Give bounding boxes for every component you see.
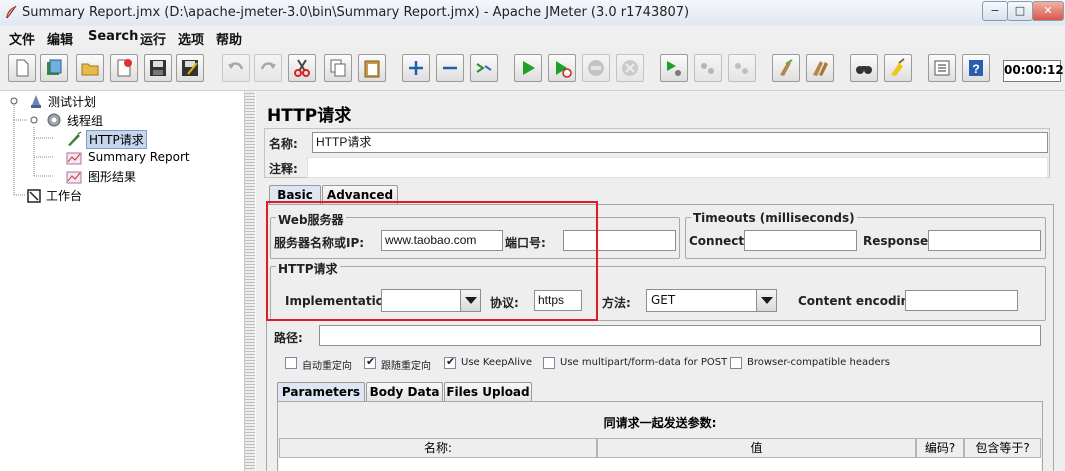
comment-input[interactable] [307, 157, 1048, 178]
content-encoding-label: Content encoding: [798, 294, 923, 308]
browser-headers-label: Browser-compatible headers [747, 357, 890, 368]
menu-search[interactable]: Search [88, 29, 138, 44]
menu-edit[interactable]: 编辑 [47, 29, 73, 48]
copy-icon[interactable] [324, 54, 352, 82]
timeouts-title: Timeouts (milliseconds) [691, 211, 857, 225]
tab-parameters[interactable]: Parameters [277, 382, 365, 402]
chevron-down-icon[interactable] [756, 290, 776, 311]
connect-timeout-input[interactable] [744, 230, 857, 251]
follow-redirects-label: 跟随重定向 [381, 361, 431, 372]
start-no-pause-icon[interactable] [548, 54, 576, 82]
method-value: GET [651, 293, 676, 307]
parameters-table-body[interactable] [279, 458, 1041, 471]
tab-files-upload[interactable]: Files Upload [444, 382, 532, 402]
save-icon[interactable] [144, 54, 172, 82]
elapsed-timer: 00:00:12 [1003, 60, 1064, 82]
panel-splitter[interactable] [245, 91, 255, 471]
response-timeout-input[interactable] [928, 230, 1041, 251]
reset-search-icon[interactable] [884, 54, 912, 82]
close-icon[interactable] [110, 54, 138, 82]
close-window-button[interactable]: ✕ [1032, 1, 1064, 21]
toggle-icon[interactable] [470, 54, 498, 82]
open-icon[interactable] [76, 54, 104, 82]
toolbar: ? 00:00:12 [0, 48, 1065, 91]
test-plan-icon [31, 95, 41, 108]
tree-item-test-plan[interactable]: 测试计划 [48, 93, 96, 110]
minimize-button[interactable]: − [982, 1, 1008, 21]
redirect-auto-checkbox[interactable] [285, 357, 297, 369]
browser-headers-checkbox[interactable] [730, 357, 742, 369]
http-sampler-icon [68, 131, 82, 146]
paste-icon[interactable] [358, 54, 386, 82]
save-as-icon[interactable] [176, 54, 204, 82]
collapse-icon[interactable] [436, 54, 464, 82]
expand-icon[interactable] [402, 54, 430, 82]
listener-icon [66, 152, 82, 165]
remote-start-icon[interactable] [660, 54, 688, 82]
method-label: 方法: [602, 296, 631, 310]
menu-run[interactable]: 运行 [140, 29, 166, 48]
remote-shutdown-icon[interactable] [728, 54, 756, 82]
help-icon[interactable]: ? [962, 54, 990, 82]
response-label: Response: [863, 234, 933, 248]
undo-icon[interactable] [222, 54, 250, 82]
column-header-include-equals[interactable]: 包含等于? [964, 438, 1041, 458]
column-header-value[interactable]: 值 [597, 438, 916, 458]
tree-expand-handle[interactable] [9, 95, 19, 105]
listener-icon [66, 171, 82, 184]
window-title-bar[interactable]: Summary Report.jmx (D:\apache-jmeter-3.0… [0, 0, 1065, 27]
thread-group-icon [47, 113, 61, 127]
name-label: 名称: [269, 137, 298, 151]
tree-item-workbench[interactable]: 工作台 [46, 187, 82, 204]
maximize-button[interactable]: □ [1007, 1, 1033, 21]
jmeter-feather-icon [6, 5, 17, 19]
keepalive-checkbox[interactable] [444, 355, 456, 369]
tree-item-summary-report[interactable]: Summary Report [88, 150, 190, 164]
shutdown-icon[interactable] [616, 54, 644, 82]
panel-title: HTTP请求 [267, 106, 352, 126]
remote-stop-icon[interactable] [694, 54, 722, 82]
comment-label: 注释: [269, 162, 298, 176]
method-select[interactable]: GET [646, 289, 777, 312]
follow-redirects-checkbox[interactable] [364, 355, 376, 369]
clear-icon[interactable] [772, 54, 800, 82]
menu-options[interactable]: 选项 [178, 29, 204, 48]
svg-text:?: ? [972, 62, 979, 76]
parameters-caption: 同请求一起发送参数: [603, 416, 717, 430]
connect-label: Connect: [689, 234, 749, 248]
workbench-icon [27, 189, 41, 203]
content-encoding-input[interactable] [905, 290, 1018, 311]
multipart-checkbox[interactable] [543, 357, 555, 369]
tree-item-http-request[interactable]: HTTP请求 [86, 130, 147, 149]
menu-file[interactable]: 文件 [9, 29, 35, 48]
redirect-auto-label: 自动重定向 [302, 361, 352, 372]
name-input[interactable]: HTTP请求 [312, 132, 1048, 153]
redo-icon[interactable] [254, 54, 282, 82]
menu-bar: 文件 编辑 Search 运行 选项 帮助 [0, 26, 1065, 49]
new-icon[interactable] [8, 54, 36, 82]
window-title: Summary Report.jmx (D:\apache-jmeter-3.0… [22, 5, 690, 20]
search-icon[interactable] [850, 54, 878, 82]
stop-icon[interactable] [582, 54, 610, 82]
path-label: 路径: [274, 331, 303, 345]
menu-help[interactable]: 帮助 [216, 29, 242, 48]
start-icon[interactable] [514, 54, 542, 82]
clear-all-icon[interactable] [806, 54, 834, 82]
highlight-annotation-box [266, 201, 598, 321]
column-header-name[interactable]: 名称: [279, 438, 597, 458]
column-header-encode[interactable]: 编码? [916, 438, 964, 458]
keepalive-label: Use KeepAlive [461, 357, 533, 368]
tree-item-graph-results[interactable]: 图形结果 [88, 168, 136, 185]
function-helper-icon[interactable] [928, 54, 956, 82]
tree-item-thread-group[interactable]: 线程组 [67, 112, 103, 129]
multipart-label: Use multipart/form-data for POST [560, 357, 728, 368]
tab-body-data[interactable]: Body Data [366, 382, 443, 402]
templates-icon[interactable] [40, 54, 68, 82]
test-plan-tree: 测试计划 线程组 HTTP请求 Summary Report 图形结果 工作台 [0, 91, 245, 471]
tree-expand-handle[interactable] [29, 114, 39, 124]
path-input[interactable] [319, 325, 1041, 346]
cut-icon[interactable] [288, 54, 316, 82]
